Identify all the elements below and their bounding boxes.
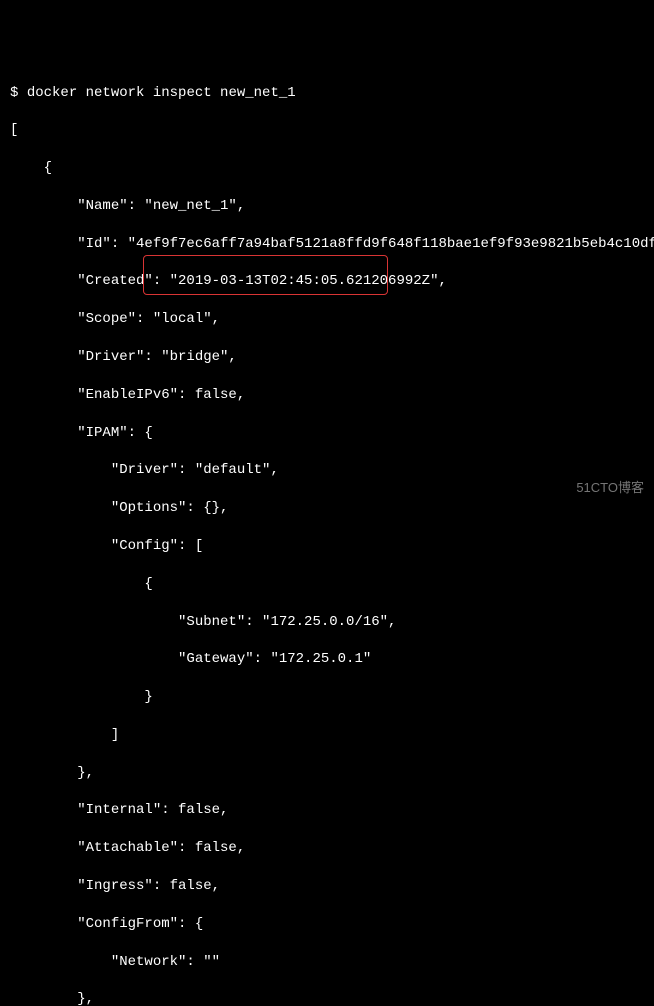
output-ingress: "Ingress": false,	[10, 877, 644, 896]
output-configfrom-network: "Network": ""	[10, 953, 644, 972]
output-ipam-config-brace: {	[10, 575, 644, 594]
output-subnet: "Subnet": "172.25.0.0/16",	[10, 613, 644, 632]
output-configfrom-close: },	[10, 990, 644, 1006]
output-ipam-close: },	[10, 764, 644, 783]
output-ipam-open: "IPAM": {	[10, 424, 644, 443]
output-ipam-config-close: ]	[10, 726, 644, 745]
output-line: [	[10, 121, 644, 140]
output-ipam-config-close-brace: }	[10, 688, 644, 707]
output-id: "Id": "4ef9f7ec6aff7a94baf5121a8ffd9f648…	[10, 235, 644, 254]
output-internal: "Internal": false,	[10, 801, 644, 820]
command-line: $ docker network inspect new_net_1	[10, 84, 644, 103]
output-ipam-config-open: "Config": [	[10, 537, 644, 556]
output-ipam-options: "Options": {},	[10, 499, 644, 518]
output-line: {	[10, 159, 644, 178]
watermark-text: 51CTO博客	[576, 479, 644, 497]
output-configfrom-open: "ConfigFrom": {	[10, 915, 644, 934]
output-scope: "Scope": "local",	[10, 310, 644, 329]
output-name: "Name": "new_net_1",	[10, 197, 644, 216]
output-gateway: "Gateway": "172.25.0.1"	[10, 650, 644, 669]
output-enableipv6: "EnableIPv6": false,	[10, 386, 644, 405]
command-text: docker network inspect new_net_1	[27, 85, 296, 101]
prompt: $	[10, 85, 27, 101]
output-attachable: "Attachable": false,	[10, 839, 644, 858]
output-ipam-driver: "Driver": "default",	[10, 461, 644, 480]
output-driver: "Driver": "bridge",	[10, 348, 644, 367]
highlight-annotation	[143, 255, 388, 295]
